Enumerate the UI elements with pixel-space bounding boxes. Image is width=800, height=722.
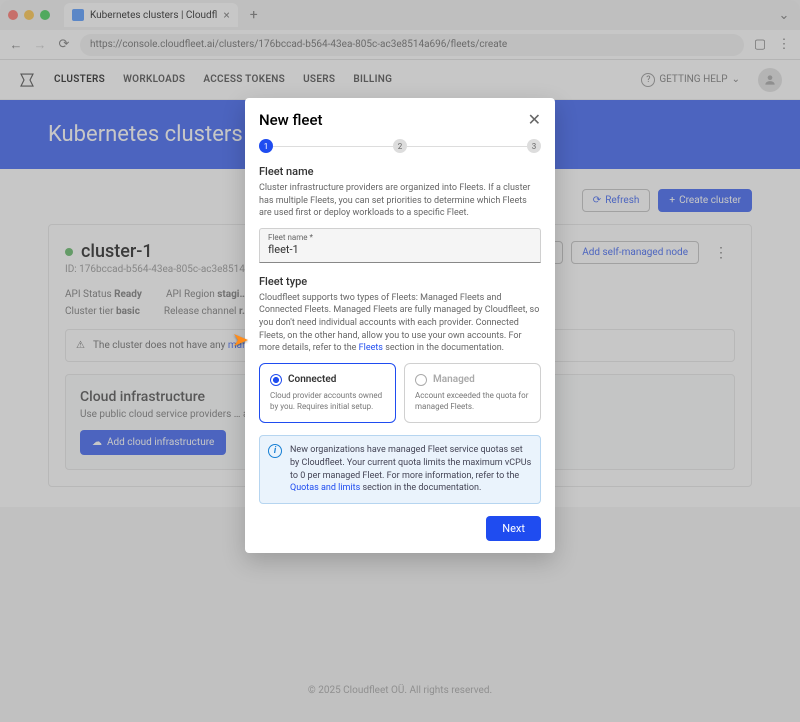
quotas-link[interactable]: Quotas and limits [290, 483, 360, 493]
fleet-name-desc: Cluster infrastructure providers are org… [259, 182, 541, 220]
quota-info-box: i New organizations have managed Fleet s… [259, 435, 541, 503]
fleet-type-managed[interactable]: Managed Account exceeded the quota for m… [404, 363, 541, 424]
fleets-doc-link[interactable]: Fleets [359, 343, 383, 353]
new-fleet-modal: New fleet ✕ 1 2 3 Fleet name Cluster inf… [245, 98, 555, 553]
annotation-arrow [218, 332, 248, 348]
step-1[interactable]: 1 [259, 139, 273, 153]
fleet-type-connected[interactable]: Connected Cloud provider accounts owned … [259, 363, 396, 424]
step-2: 2 [393, 139, 407, 153]
fleet-name-label: Fleet name [259, 165, 541, 178]
input-value: fleet-1 [268, 243, 532, 256]
next-button[interactable]: Next [486, 516, 541, 541]
stepper: 1 2 3 [259, 139, 541, 153]
input-floating-label: Fleet name * [268, 233, 532, 242]
fleet-type-label: Fleet type [259, 275, 541, 288]
radio-icon [415, 374, 427, 386]
fleet-type-desc: Cloudfleet supports two types of Fleets:… [259, 292, 541, 355]
modal-title: New fleet [259, 111, 323, 129]
step-3: 3 [527, 139, 541, 153]
fleet-name-input[interactable]: Fleet name * fleet-1 [259, 228, 541, 263]
info-icon: i [268, 444, 282, 458]
close-icon[interactable]: ✕ [528, 110, 541, 129]
radio-icon [270, 374, 282, 386]
